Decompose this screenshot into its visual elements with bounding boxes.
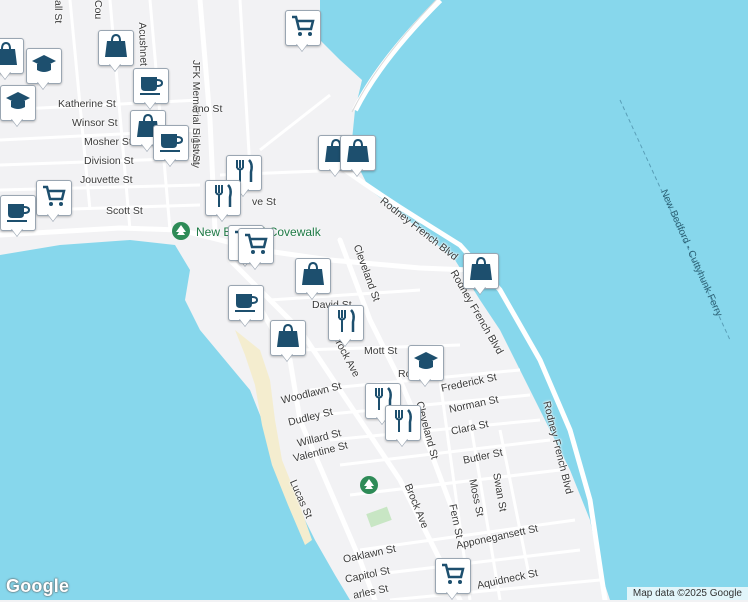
street-label: Winsor St — [72, 117, 118, 129]
map-marker-grocery[interactable] — [238, 228, 274, 272]
street-label: Cou — [92, 0, 104, 20]
map-marker-shopping-bag[interactable] — [295, 258, 331, 302]
restaurant-icon — [333, 308, 359, 339]
map-marker-grocery[interactable] — [435, 558, 471, 602]
map-marker-shopping-bag[interactable] — [463, 253, 499, 297]
coffee-icon — [138, 71, 164, 102]
shopping-bag-icon — [468, 256, 494, 287]
map-marker-grocery[interactable] — [36, 180, 72, 224]
map-marker-shopping-bag[interactable] — [98, 30, 134, 74]
street-label: Scott St — [106, 205, 143, 217]
street-label: Jouvette St — [80, 174, 133, 186]
street-label: Katherine St — [58, 98, 116, 110]
street-label: ano St — [192, 103, 223, 115]
grocery-icon — [243, 231, 269, 262]
map-marker-school[interactable] — [0, 85, 36, 129]
shopping-bag-icon — [0, 41, 19, 72]
coffee-icon — [5, 198, 31, 229]
park-icon[interactable] — [172, 222, 190, 240]
map-marker-shopping-bag[interactable] — [270, 320, 306, 364]
map-marker-coffee[interactable] — [0, 195, 36, 239]
shopping-bag-icon — [103, 33, 129, 64]
shopping-bag-icon — [275, 323, 301, 354]
street-label: all St — [52, 0, 64, 24]
coffee-icon — [233, 288, 259, 319]
street-label: Mott St — [364, 345, 398, 357]
shopping-bag-icon — [300, 261, 326, 292]
map-marker-restaurant[interactable] — [205, 180, 241, 224]
park-icon[interactable] — [360, 476, 378, 494]
shopping-bag-icon — [345, 138, 371, 169]
map-marker-grocery[interactable] — [285, 10, 321, 54]
coffee-icon — [158, 128, 184, 159]
map-marker-coffee[interactable] — [153, 125, 189, 169]
grocery-icon — [41, 183, 67, 214]
school-icon — [413, 348, 439, 379]
map-marker-coffee[interactable] — [133, 68, 169, 112]
street-label: Acushnet — [136, 22, 150, 67]
school-icon — [31, 51, 57, 82]
map-marker-coffee[interactable] — [228, 285, 264, 329]
map-marker-shopping-bag[interactable] — [340, 135, 376, 179]
google-logo[interactable]: Google — [6, 576, 69, 597]
street-label: S 1st St — [190, 128, 202, 165]
street-label: Mosher St — [84, 136, 132, 148]
map-attribution[interactable]: Map data ©2025 Google — [626, 587, 748, 600]
map-marker-restaurant[interactable] — [328, 305, 364, 349]
school-icon — [5, 88, 31, 119]
grocery-icon — [290, 13, 316, 44]
map-marker-school[interactable] — [408, 345, 444, 389]
grocery-icon — [440, 561, 466, 592]
map-marker-shopping-bag[interactable] — [0, 38, 24, 82]
restaurant-icon — [210, 183, 236, 214]
restaurant-icon — [390, 408, 416, 439]
map-marker-restaurant[interactable] — [385, 405, 421, 449]
street-label: Division St — [84, 155, 134, 167]
